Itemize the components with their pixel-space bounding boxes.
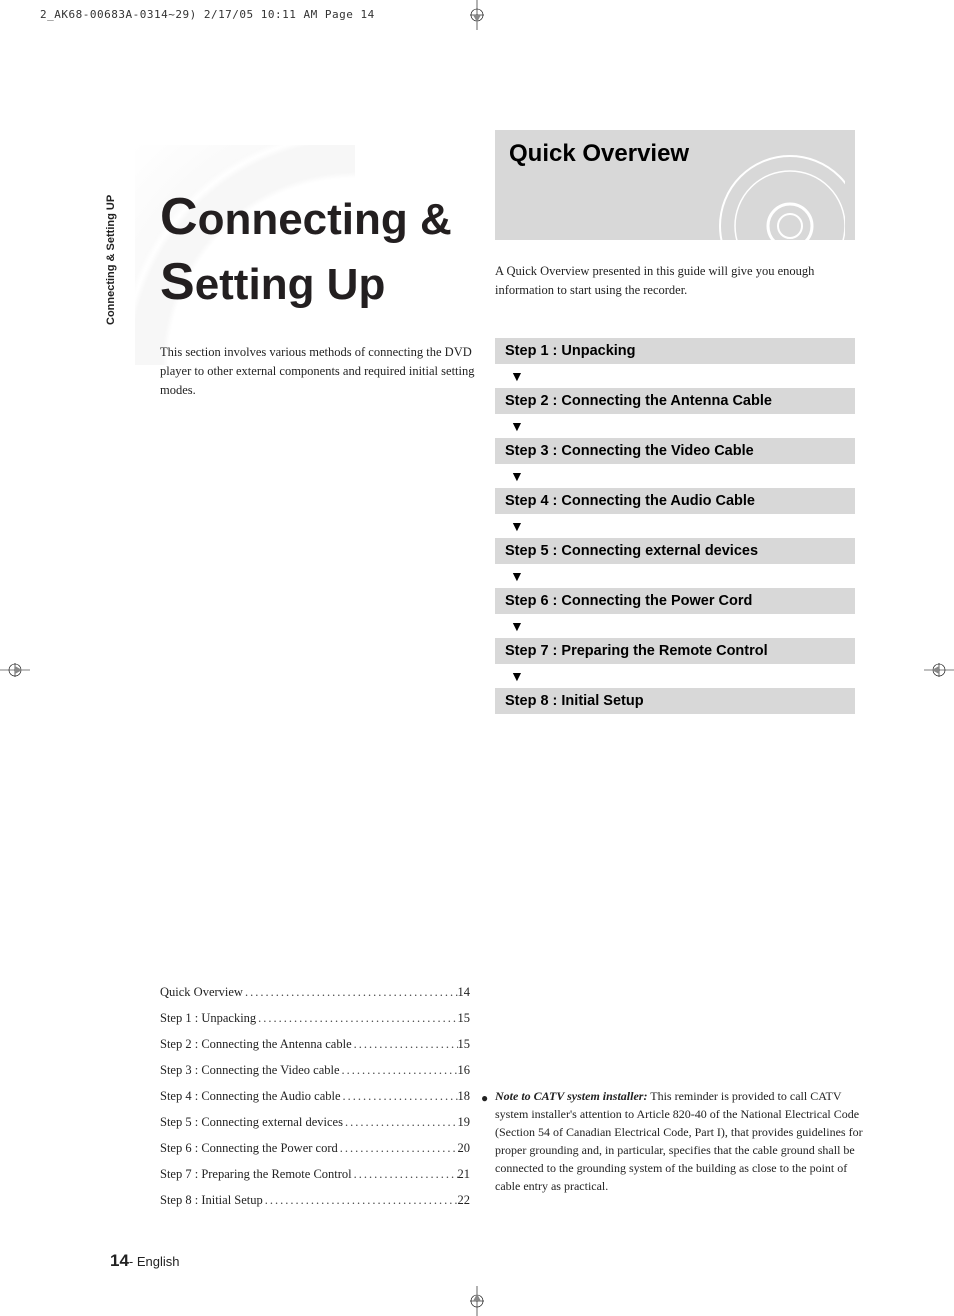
down-arrow-icon: ▼: [495, 364, 855, 388]
step-bar: Step 3 : Connecting the Video Cable: [495, 438, 855, 464]
disc-icon: [700, 151, 845, 246]
section-title: Connecting & Setting Up: [160, 185, 480, 315]
toc-dots: ........................................…: [340, 1063, 458, 1078]
toc-page: 14: [458, 985, 471, 1000]
toc-label: Quick Overview: [160, 985, 243, 1000]
toc-label: Step 1 : Unpacking: [160, 1011, 256, 1026]
toc-dots: ........................................…: [343, 1115, 458, 1130]
toc-row: Step 4 : Connecting the Audio cable ....…: [160, 1089, 470, 1104]
quick-overview-description: A Quick Overview presented in this guide…: [495, 262, 855, 300]
toc-dots: ........................................…: [256, 1011, 457, 1026]
toc-dots: ........................................…: [263, 1193, 458, 1208]
page-footer: 14- English: [110, 1251, 180, 1271]
step-bar: Step 1 : Unpacking: [495, 338, 855, 364]
toc-page: 16: [458, 1063, 471, 1078]
toc-row: Step 8 : Initial Setup .................…: [160, 1193, 470, 1208]
crop-mark-icon: [924, 655, 954, 685]
down-arrow-icon: ▼: [495, 514, 855, 538]
toc-label: Step 7 : Preparing the Remote Control: [160, 1167, 352, 1182]
toc-page: 20: [458, 1141, 471, 1156]
toc-label: Step 4 : Connecting the Audio cable: [160, 1089, 341, 1104]
toc-row: Quick Overview .........................…: [160, 985, 470, 1000]
catv-note: ● Note to CATV system installer: This re…: [495, 1087, 867, 1195]
note-body: This reminder is provided to call CATV s…: [495, 1089, 863, 1193]
note-lead: Note to CATV system installer:: [495, 1089, 647, 1103]
down-arrow-icon: ▼: [495, 664, 855, 688]
toc-page: 22: [458, 1193, 471, 1208]
title-cap: C: [160, 188, 198, 246]
toc-dots: ........................................…: [341, 1089, 458, 1104]
toc-row: Step 3 : Connecting the Video cable ....…: [160, 1063, 470, 1078]
step-bar: Step 6 : Connecting the Power Cord: [495, 588, 855, 614]
toc-page: 15: [458, 1037, 471, 1052]
down-arrow-icon: ▼: [495, 414, 855, 438]
toc-label: Step 5 : Connecting external devices: [160, 1115, 343, 1130]
page-lang: English: [137, 1254, 180, 1269]
title-cap: S: [160, 253, 195, 311]
page-dash: -: [129, 1254, 137, 1269]
step-bar: Step 2 : Connecting the Antenna Cable: [495, 388, 855, 414]
toc-label: Step 2 : Connecting the Antenna cable: [160, 1037, 352, 1052]
toc-row: Step 2 : Connecting the Antenna cable ..…: [160, 1037, 470, 1052]
toc-page: 19: [458, 1115, 471, 1130]
toc-row: Step 6 : Connecting the Power cord .....…: [160, 1141, 470, 1156]
step-bar: Step 7 : Preparing the Remote Control: [495, 638, 855, 664]
left-column: Connecting & Setting Up This section inv…: [160, 185, 480, 399]
title-rest: etting Up: [195, 260, 386, 309]
crop-mark-icon: [462, 0, 492, 30]
toc-row: Step 1 : Unpacking .....................…: [160, 1011, 470, 1026]
toc-label: Step 6 : Connecting the Power cord: [160, 1141, 338, 1156]
toc-dots: ........................................…: [338, 1141, 458, 1156]
page-content: Connecting & Setting UP Connecting & Set…: [75, 55, 879, 1266]
step-bar: Step 5 : Connecting external devices: [495, 538, 855, 564]
toc-page: 21: [458, 1167, 471, 1182]
toc-dots: ........................................…: [243, 985, 458, 1000]
steps-list: Step 1 : Unpacking ▼ Step 2 : Connecting…: [495, 338, 855, 714]
step-bar: Step 4 : Connecting the Audio Cable: [495, 488, 855, 514]
down-arrow-icon: ▼: [495, 464, 855, 488]
bullet-icon: ●: [481, 1089, 488, 1107]
right-column: Quick Overview A Quick Overview presente…: [495, 130, 855, 714]
step-bar: Step 8 : Initial Setup: [495, 688, 855, 714]
toc-row: Step 7 : Preparing the Remote Control ..…: [160, 1167, 470, 1182]
title-rest: onnecting &: [198, 195, 452, 244]
toc-dots: ........................................…: [352, 1167, 458, 1182]
toc-page: 18: [458, 1089, 471, 1104]
toc-label: Step 8 : Initial Setup: [160, 1193, 263, 1208]
down-arrow-icon: ▼: [495, 614, 855, 638]
toc-dots: ........................................…: [352, 1037, 458, 1052]
toc-label: Step 3 : Connecting the Video cable: [160, 1063, 340, 1078]
side-tab-label: Connecting & Setting UP: [105, 195, 117, 325]
intro-paragraph: This section involves various methods of…: [160, 343, 480, 399]
down-arrow-icon: ▼: [495, 564, 855, 588]
table-of-contents: Quick Overview .........................…: [160, 985, 470, 1219]
toc-row: Step 5 : Connecting external devices ...…: [160, 1115, 470, 1130]
crop-mark-icon: [0, 655, 30, 685]
toc-page: 15: [458, 1011, 471, 1026]
quick-overview-header: Quick Overview: [495, 130, 855, 240]
print-header: 2_AK68-00683A-0314~29) 2/17/05 10:11 AM …: [40, 8, 375, 21]
crop-mark-icon: [462, 1286, 492, 1316]
page-number: 14: [110, 1251, 129, 1270]
